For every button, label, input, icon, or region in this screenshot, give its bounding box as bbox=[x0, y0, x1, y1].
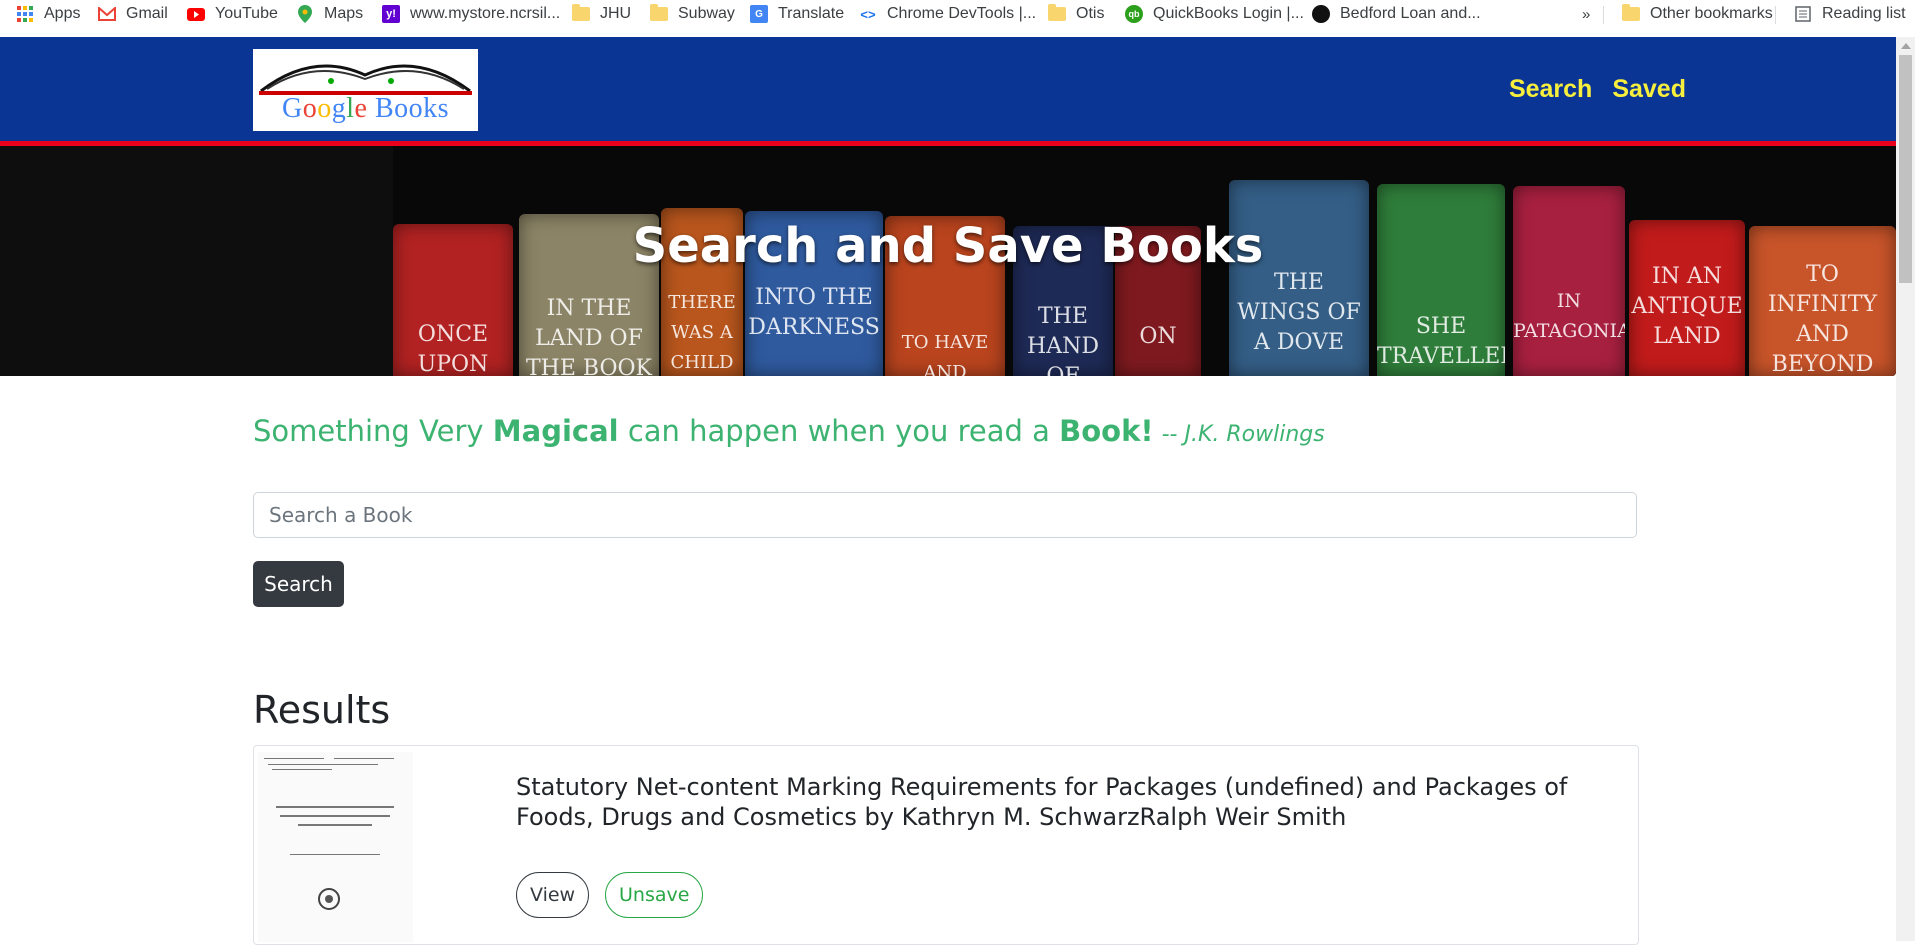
scroll-thumb[interactable] bbox=[1899, 55, 1912, 283]
bookmark-other[interactable]: Other bookmarks bbox=[1622, 0, 1773, 28]
view-button[interactable]: View bbox=[516, 872, 590, 918]
nav-saved-link[interactable]: Saved bbox=[1612, 75, 1686, 104]
seal-icon bbox=[318, 888, 340, 910]
logo-text: Google Books bbox=[281, 93, 450, 124]
bookmark-label: QuickBooks Login |... bbox=[1153, 5, 1304, 22]
navbar: Google Books Search Saved bbox=[0, 37, 1896, 146]
bookmark-bedford[interactable]: Bedford Loan and... bbox=[1312, 0, 1481, 28]
quote-text: can happen when you read a bbox=[618, 414, 1060, 448]
book-cover-thumbnail bbox=[258, 752, 413, 942]
book-spine-label: TO INFINITY AND BEYOND bbox=[1767, 262, 1878, 376]
bookmark-label: Apps bbox=[44, 5, 81, 22]
scroll-up-arrow-icon[interactable] bbox=[1901, 43, 1911, 49]
bookmark-label: Subway bbox=[678, 5, 735, 22]
book-spine: SHE TRAVELLED bbox=[1377, 184, 1505, 376]
reading-list-label: Reading list bbox=[1822, 5, 1906, 22]
quote-text: Something Very bbox=[253, 414, 493, 448]
bookmark-devtools[interactable]: <> Chrome DevTools |... bbox=[859, 0, 1036, 28]
quote-emphasis: Book! bbox=[1059, 414, 1154, 448]
bookmark-label: Bedford Loan and... bbox=[1340, 5, 1481, 22]
book-spine-label: INTO THE DARKNESS bbox=[748, 285, 880, 340]
bookmarks-bar: Apps Gmail YouTube Maps y! www.mystore.n… bbox=[0, 0, 1915, 38]
devtools-icon: <> bbox=[860, 6, 876, 22]
translate-icon: G bbox=[750, 5, 768, 23]
bookmark-label: JHU bbox=[600, 5, 632, 22]
book-spine-label: IN AN ANTIQUE LAND bbox=[1631, 264, 1743, 349]
book-spine-label: IN PATAGONIA bbox=[1513, 290, 1625, 342]
bookmarks-overflow-button[interactable]: » bbox=[1582, 0, 1590, 28]
bookmark-label: Chrome DevTools |... bbox=[887, 5, 1037, 22]
book-spine-label: THE HAND OF bbox=[1027, 304, 1099, 376]
bookmark-label: Maps bbox=[324, 5, 364, 22]
book-spine: THE WINGS OF A DOVE bbox=[1229, 180, 1369, 376]
open-book-icon bbox=[259, 64, 472, 95]
book-spine-label: ON bbox=[1139, 324, 1177, 349]
bookmark-gmail[interactable]: Gmail bbox=[98, 0, 168, 28]
bookmark-jhu[interactable]: JHU bbox=[572, 0, 631, 28]
reading-list-button[interactable]: Reading list bbox=[1794, 0, 1906, 28]
search-button[interactable]: Search bbox=[253, 561, 344, 607]
folder-icon bbox=[572, 4, 590, 23]
quote-author: -- J.K. Rowlings bbox=[1161, 422, 1325, 447]
unsave-button[interactable]: Unsave bbox=[605, 872, 704, 918]
bookmark-translate[interactable]: G Translate bbox=[750, 0, 844, 28]
hero-banner: ONCE UPON IN THE LAND OF THE BOOK THERE … bbox=[0, 146, 1896, 376]
folder-icon bbox=[650, 4, 668, 23]
google-books-logo[interactable]: Google Books bbox=[253, 49, 478, 131]
divider bbox=[1603, 6, 1604, 24]
search-input[interactable] bbox=[253, 492, 1637, 538]
results-heading: Results bbox=[253, 688, 391, 732]
yahoo-icon: y! bbox=[382, 5, 400, 23]
folder-icon bbox=[1048, 4, 1066, 23]
youtube-icon bbox=[187, 5, 205, 23]
bookmark-label: Other bookmarks bbox=[1650, 5, 1773, 22]
quickbooks-icon: qb bbox=[1125, 5, 1143, 23]
book-spine-label: THE WINGS OF A DOVE bbox=[1237, 270, 1361, 355]
book-spine-label: ONCE UPON bbox=[417, 322, 489, 376]
bookmark-label: YouTube bbox=[215, 5, 278, 22]
bookmark-quickbooks[interactable]: qb QuickBooks Login |... bbox=[1125, 0, 1304, 28]
quote-emphasis: Magical bbox=[492, 414, 619, 448]
book-spine-label: TO HAVE AND bbox=[901, 332, 989, 376]
nav-links: Search Saved bbox=[1509, 75, 1686, 104]
result-card: Statutory Net-content Marking Requiremen… bbox=[253, 745, 1639, 945]
nav-search-link[interactable]: Search bbox=[1509, 75, 1592, 104]
book-spine-label: SHE TRAVELLED bbox=[1377, 314, 1505, 369]
quote: Something Very Magical can happen when y… bbox=[253, 414, 1325, 448]
vertical-scrollbar[interactable] bbox=[1896, 37, 1915, 941]
book-spine: IN PATAGONIA bbox=[1513, 186, 1625, 376]
bookmark-subway[interactable]: Subway bbox=[650, 0, 735, 28]
folder-icon bbox=[1622, 4, 1640, 23]
bookmark-youtube[interactable]: YouTube bbox=[187, 0, 278, 28]
bookmark-label: Gmail bbox=[126, 5, 168, 22]
book-spine-label: IN THE LAND OF THE BOOK bbox=[526, 296, 652, 376]
bookmark-otis[interactable]: Otis bbox=[1048, 0, 1104, 28]
bookmark-label: Translate bbox=[778, 5, 845, 22]
gmail-icon bbox=[98, 5, 116, 23]
reading-list-icon bbox=[1794, 5, 1812, 23]
bedford-icon bbox=[1312, 5, 1330, 23]
bookmark-maps[interactable]: Maps bbox=[296, 0, 363, 28]
apps-grid-icon bbox=[16, 5, 34, 23]
bookmark-mystore[interactable]: y! www.mystore.ncrsil... bbox=[382, 0, 560, 28]
book-title: Statutory Net-content Marking Requiremen… bbox=[516, 773, 1568, 831]
book-spine-label: THERE WAS A CHILD bbox=[668, 292, 736, 373]
divider bbox=[1775, 6, 1776, 24]
bookmark-label: Otis bbox=[1076, 5, 1105, 22]
bookmark-label: www.mystore.ncrsil... bbox=[410, 5, 561, 22]
maps-pin-icon bbox=[296, 5, 314, 23]
bookmark-apps[interactable]: Apps bbox=[16, 0, 80, 28]
hero-title: Search and Save Books bbox=[632, 218, 1264, 274]
overflow-label: » bbox=[1582, 5, 1591, 23]
